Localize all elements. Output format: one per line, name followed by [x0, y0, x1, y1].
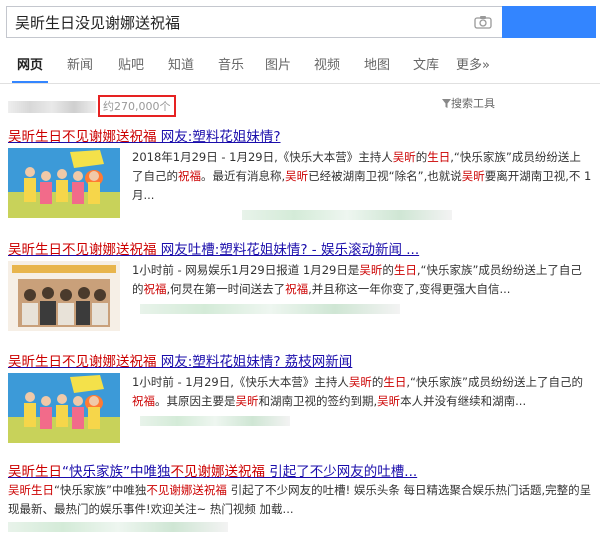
result-thumbnail[interactable]	[8, 261, 120, 331]
result-snippet: 1小时前 - 网易娱乐1月29日报道 1月29日是吴昕的生日,“快乐家族”成员纷…	[132, 261, 592, 314]
result-item: 吴昕生日不见谢娜送祝福 网友吐槽:塑料花姐妹情? - 娱乐滚动新闻 ... 1小…	[8, 238, 592, 344]
result-count: 约270,000个	[98, 95, 176, 117]
tab-music[interactable]: 音乐	[218, 54, 244, 73]
result-stats: 约270,000个	[8, 95, 176, 117]
tab-web[interactable]: 网页	[17, 54, 43, 73]
tab-tieba[interactable]: 贴吧	[118, 54, 144, 73]
result-title[interactable]: 吴昕生日不见谢娜送祝福 网友吐槽:塑料花姐妹情? - 娱乐滚动新闻 ...	[8, 238, 592, 258]
result-thumbnail[interactable]	[8, 148, 120, 218]
search-input[interactable]	[7, 7, 502, 37]
result-title[interactable]: 吴昕生日不见谢娜送祝福 网友:塑料花姐妹情?	[8, 125, 592, 145]
vertical-tabs: 网页 新闻 贴吧 知道 音乐 图片 视频 地图 文库 更多»	[0, 44, 600, 84]
search-tools-label: 搜索工具	[451, 97, 495, 110]
active-tab-indicator	[12, 81, 48, 83]
tab-more[interactable]: 更多»	[456, 54, 490, 73]
search-tools-link[interactable]: 搜索工具	[442, 95, 495, 111]
result-snippet: 吴昕生日“快乐家族”中唯独不见谢娜送祝福 引起了不少网友的吐槽! 娱乐头条 每日…	[8, 481, 592, 532]
result-title[interactable]: 吴昕生日“快乐家族”中唯独不见谢娜送祝福 引起了不少网友的吐槽...	[8, 460, 592, 480]
blurred-text	[8, 101, 96, 113]
tab-zhidao[interactable]: 知道	[168, 54, 194, 73]
blurred-url	[140, 304, 400, 314]
tab-wenku[interactable]: 文库	[413, 54, 439, 73]
search-box	[6, 6, 502, 38]
blurred-url	[8, 522, 228, 532]
search-button[interactable]	[502, 6, 596, 38]
blurred-url	[140, 416, 290, 426]
tab-map[interactable]: 地图	[364, 54, 390, 73]
result-item: 吴昕生日不见谢娜送祝福 网友:塑料花姐妹情? 荔枝网新闻 1小时前 - 1月29…	[8, 350, 592, 454]
result-item: 吴昕生日不见谢娜送祝福 网友:塑料花姐妹情? 2018年1月29日 - 1月29…	[8, 125, 592, 231]
result-item: 吴昕生日“快乐家族”中唯独不见谢娜送祝福 引起了不少网友的吐槽... 吴昕生日“…	[8, 460, 592, 542]
tab-images[interactable]: 图片	[265, 54, 291, 73]
tab-video[interactable]: 视频	[314, 54, 340, 73]
camera-icon[interactable]	[474, 15, 492, 29]
result-thumbnail[interactable]	[8, 373, 120, 443]
blurred-url	[242, 210, 452, 220]
filter-icon	[442, 99, 451, 108]
result-snippet: 1小时前 - 1月29日,《快乐大本营》主持人吴昕的生日,“快乐家族”成员纷纷送…	[132, 373, 592, 426]
result-snippet: 2018年1月29日 - 1月29日,《快乐大本营》主持人吴昕的生日,“快乐家族…	[132, 148, 592, 220]
result-title[interactable]: 吴昕生日不见谢娜送祝福 网友:塑料花姐妹情? 荔枝网新闻	[8, 350, 592, 370]
search-bar	[6, 6, 596, 38]
tab-news[interactable]: 新闻	[67, 54, 93, 73]
